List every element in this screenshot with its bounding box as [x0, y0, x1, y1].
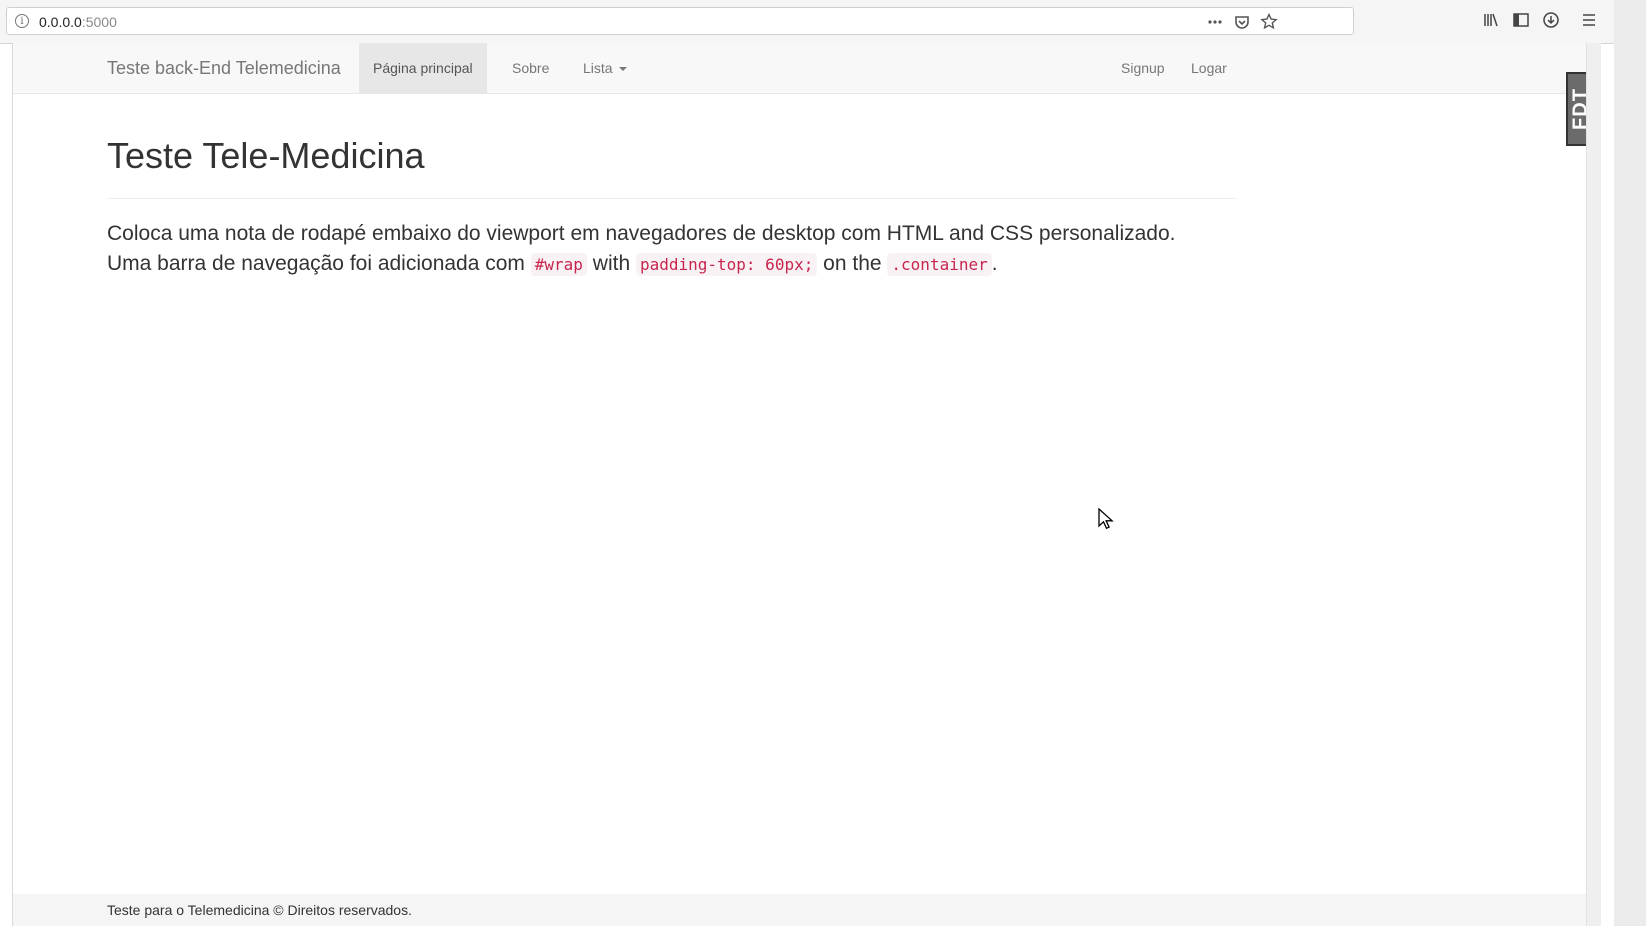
hamburger-menu-icon[interactable] [1578, 11, 1600, 33]
nav-dropdown-list-label: Lista [583, 60, 613, 76]
nav-link-home[interactable]: Página principal [359, 43, 487, 93]
page-viewport: Teste back-End Telemedicina Página princ… [12, 43, 1601, 926]
browser-window: i 0.0.0.0:5000 Teste back-End Telemedici… [0, 0, 1646, 926]
browser-toolbar: i 0.0.0.0:5000 [0, 0, 1614, 44]
footer: Teste para o Telemedicina © Direitos res… [13, 894, 1587, 926]
library-icon[interactable] [1480, 11, 1502, 33]
nav-link-signup[interactable]: Signup [1107, 43, 1179, 93]
nav-dropdown-list[interactable]: Lista [569, 43, 641, 93]
lead-line-1: Coloca uma nota de rodapé embaixo do vie… [107, 222, 1176, 245]
nav-link-about[interactable]: Sobre [498, 43, 563, 93]
url-host: 0.0.0.0 [39, 14, 82, 30]
sidebar-icon[interactable] [1510, 11, 1532, 33]
title-divider [107, 198, 1237, 199]
lead-line-2-prefix: Uma barra de navegação foi adicionada co… [107, 252, 531, 275]
page-title: Teste Tele-Medicina [107, 135, 425, 176]
navbar: Teste back-End Telemedicina Página princ… [13, 43, 1587, 94]
mouse-cursor-icon [1098, 508, 1114, 530]
lead-text-end: . [991, 252, 998, 275]
code-container: .container [887, 253, 992, 276]
lead-text-onthe: on the [817, 252, 888, 275]
pocket-icon[interactable] [1232, 12, 1252, 32]
ellipsis-icon[interactable] [1205, 12, 1225, 32]
url-port: :5000 [81, 14, 117, 30]
nav-link-login[interactable]: Logar [1177, 43, 1241, 93]
lead-text-with: with [586, 252, 636, 275]
footer-text: Teste para o Telemedicina © Direitos res… [107, 902, 412, 918]
info-icon[interactable]: i [15, 14, 29, 28]
download-icon[interactable] [1540, 11, 1562, 33]
vertical-scrollbar[interactable] [1586, 43, 1601, 926]
address-bar[interactable]: i 0.0.0.0:5000 [6, 7, 1354, 35]
window-edge [1614, 0, 1646, 926]
code-padding-top: padding-top: 60px; [635, 253, 818, 276]
code-wrap: #wrap [530, 253, 587, 276]
lead-paragraph: Coloca uma nota de rodapé embaixo do vie… [107, 219, 1237, 280]
navbar-brand[interactable]: Teste back-End Telemedicina [107, 58, 341, 79]
star-icon[interactable] [1259, 12, 1279, 32]
caret-down-icon [618, 67, 627, 72]
address-bar-url[interactable]: 0.0.0.0:5000 [39, 14, 117, 30]
